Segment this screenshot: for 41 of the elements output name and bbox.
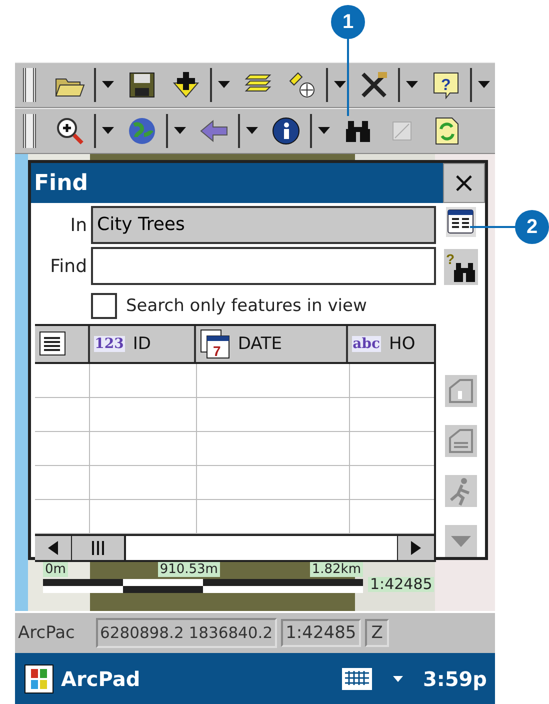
info-card-icon[interactable] [444, 375, 476, 407]
close-button[interactable]: × [443, 163, 485, 203]
column-label: HO [389, 334, 416, 354]
keyboard-icon[interactable] [340, 667, 373, 691]
map-scale-label: 1:42485 [368, 577, 434, 592]
dialog-title: Find [33, 170, 88, 196]
scale-field: 1:42485 [280, 619, 362, 647]
column-label: ID [132, 334, 151, 354]
checkbox[interactable] [91, 293, 117, 319]
coordinates-field: 6280898.2 1836840.2 [96, 618, 277, 648]
field-label: Find [49, 256, 88, 276]
field-label: In [69, 214, 88, 236]
list-icon [39, 331, 67, 357]
scroll-right-icon[interactable] [397, 536, 434, 560]
horizontal-scrollbar[interactable] [35, 534, 434, 560]
clock-time: 3:59p [422, 667, 487, 691]
scale-label: 0m [43, 562, 68, 577]
scroll-left-icon[interactable] [35, 536, 72, 560]
app-title: ArcPad [61, 667, 140, 691]
field-type-badge: abc [352, 336, 382, 352]
column-header[interactable]: 7 DATE [196, 326, 348, 362]
start-flag-icon[interactable] [23, 663, 55, 695]
caret-icon[interactable] [392, 676, 403, 682]
app-name: ArcPac [18, 623, 76, 643]
table-icon[interactable] [446, 207, 476, 237]
leader-line [470, 226, 516, 228]
z-button[interactable]: Z [365, 619, 389, 647]
grip-handle[interactable] [23, 114, 36, 148]
callout-marker: 2 [515, 210, 549, 244]
scale-label: 1.82km [310, 562, 363, 577]
column-label: DATE [238, 334, 282, 354]
find-input-field[interactable] [91, 247, 436, 285]
field-type-badge: 123 [94, 336, 125, 352]
grip-handle[interactable] [23, 68, 36, 102]
scroll-thumb[interactable] [72, 536, 126, 560]
column-header[interactable]: abc HO [348, 326, 434, 362]
callout-marker: 1 [331, 5, 365, 39]
column-header[interactable]: 123 ID [90, 326, 196, 362]
checkbox-label: Search only features in view [126, 296, 367, 316]
layer-select-field[interactable]: City Trees [91, 206, 436, 244]
scale-label: 910.53m [158, 562, 220, 577]
